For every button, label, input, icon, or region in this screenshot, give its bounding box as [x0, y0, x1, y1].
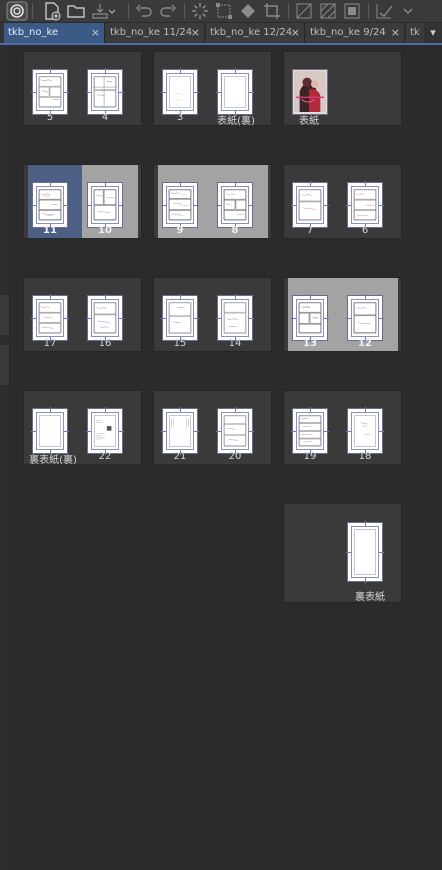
page-number: 3 [176, 112, 184, 123]
check-icon[interactable] [374, 1, 396, 21]
tab-tkb-no-ke[interactable]: tkb_no_ke × [4, 23, 105, 43]
page-thumbnail[interactable] [86, 407, 124, 455]
tab-bar: tkb_no_ke × tkb_no_ke 11/24 × tkb_no_ke … [0, 23, 442, 45]
export-icon[interactable] [90, 1, 116, 21]
page-thumbnail[interactable] [86, 181, 124, 229]
page-number: 20 [228, 451, 242, 462]
page-number: 19 [303, 451, 317, 462]
spread-19-18[interactable]: 19 18 [283, 390, 402, 465]
page-thumbnail[interactable] [31, 68, 69, 116]
page-number: 22 [98, 451, 112, 462]
page-thumbnail[interactable] [216, 181, 254, 229]
spread-15-14[interactable]: 15 14 [153, 277, 272, 352]
new-icon[interactable] [42, 1, 62, 21]
page-number: 16 [98, 338, 112, 349]
tab-label: tkb_no_ke 9/24 [310, 27, 386, 38]
page-thumbnail[interactable] [86, 68, 124, 116]
page-thumbnail[interactable] [291, 294, 329, 342]
close-icon[interactable]: × [91, 23, 100, 43]
left-gutter [0, 45, 10, 870]
tab-label: tkb_no_ke 11/24 [110, 27, 193, 38]
undo-icon[interactable] [134, 1, 154, 21]
tab-tkb-no-ke-12[interactable]: tkb_no_ke 12/24 × [206, 23, 305, 43]
page-thumbnail[interactable] [291, 181, 329, 229]
page-number: 13 [303, 338, 317, 349]
page-number: 5 [46, 112, 54, 123]
page-thumbnail[interactable] [86, 294, 124, 342]
tab-tkb-no-ke-11[interactable]: tkb_no_ke 11/24 × [106, 23, 205, 43]
spread-back-cover-inside-22[interactable]: 裏表紙(裏) 22 [23, 390, 142, 466]
tab-tkb-no-ke-9[interactable]: tkb_no_ke 9/24 × [306, 23, 405, 43]
page-thumbnail[interactable] [31, 407, 69, 455]
page-number: 表紙 [299, 116, 319, 127]
page-number: 21 [173, 451, 187, 462]
open-icon[interactable] [66, 1, 86, 21]
select-icon[interactable] [318, 1, 338, 21]
close-icon[interactable]: × [391, 23, 400, 43]
frame-icon[interactable] [342, 1, 362, 21]
page-number: 7 [306, 225, 314, 236]
page-thumbnail[interactable] [161, 181, 199, 229]
spread-9-8[interactable]: 9 8 [153, 164, 272, 239]
page-thumbnail[interactable] [216, 68, 254, 116]
page-thumbnail[interactable] [31, 294, 69, 342]
page-number: 6 [361, 225, 369, 236]
page-number: 15 [173, 338, 187, 349]
page-number: 4 [101, 112, 109, 123]
transform-icon[interactable] [214, 1, 234, 21]
page-thumbnail[interactable] [161, 294, 199, 342]
spread-21-20[interactable]: 21 20 [153, 390, 272, 465]
page-number: 裏表紙(裏) [29, 455, 77, 466]
clip-studio-icon[interactable] [6, 1, 28, 21]
page-number: 12 [358, 338, 372, 349]
tab-label: tk [410, 27, 420, 38]
close-icon[interactable]: × [291, 23, 300, 43]
page-thumbnail[interactable] [346, 181, 384, 229]
gutter-marker [0, 295, 9, 335]
page-number: 10 [98, 225, 112, 236]
gutter-marker [0, 345, 9, 385]
page-number: 表紙(裏) [217, 116, 255, 127]
page-thumbnail[interactable] [346, 521, 384, 583]
page-thumbnail[interactable] [291, 407, 329, 455]
cover-thumbnail[interactable] [292, 69, 328, 115]
tab-label: tkb_no_ke [8, 27, 59, 38]
page-number: 11 [43, 225, 57, 236]
spread-3-cover-back[interactable]: 3 表紙(裏) [153, 51, 272, 127]
page-thumbnail[interactable] [161, 68, 199, 116]
spread-13-12[interactable]: 13 12 [283, 277, 402, 352]
spread-7-6[interactable]: 7 6 [283, 164, 402, 239]
chevron-down-icon[interactable] [402, 1, 414, 21]
spread-11-10[interactable]: 11 10 [23, 164, 142, 239]
page-number: 17 [43, 338, 57, 349]
page-thumbnail[interactable] [346, 407, 384, 455]
fill-icon[interactable] [238, 1, 258, 21]
toolbar [0, 0, 442, 23]
page-thumbnail[interactable] [161, 407, 199, 455]
spread-cover[interactable]: 表紙 [283, 51, 402, 127]
spread-17-16[interactable]: 17 16 [23, 277, 142, 352]
spread-back-cover[interactable]: 裏表紙 [283, 503, 402, 603]
crop-icon[interactable] [262, 1, 282, 21]
tab-label: tkb_no_ke 12/24 [210, 27, 293, 38]
page-thumbnail[interactable] [216, 407, 254, 455]
page-number: 18 [358, 451, 372, 462]
layer-icon[interactable] [294, 1, 314, 21]
page-thumbnail[interactable] [31, 181, 69, 229]
loading-icon[interactable] [190, 1, 210, 21]
close-icon[interactable]: × [191, 23, 200, 43]
page-number: 14 [228, 338, 242, 349]
tab-overflow-icon[interactable]: ▾ [424, 23, 442, 43]
page-thumbnail[interactable] [216, 294, 254, 342]
page-thumbnail[interactable] [346, 294, 384, 342]
spread-5-4[interactable]: 5 4 [23, 51, 142, 126]
redo-icon[interactable] [158, 1, 178, 21]
page-number: 9 [176, 225, 184, 236]
page-number: 裏表紙 [355, 592, 385, 603]
page-number: 8 [231, 225, 239, 236]
tab-tk[interactable]: tk [406, 23, 426, 43]
